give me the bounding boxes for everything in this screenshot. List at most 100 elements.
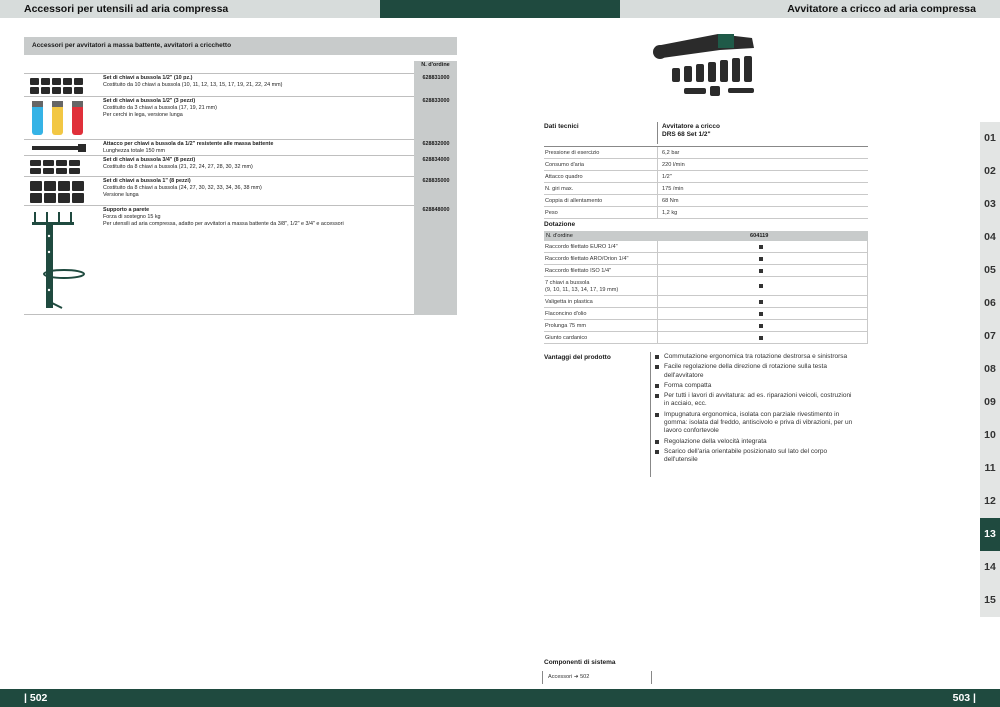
chapter-tab[interactable]: 04 <box>980 221 1000 254</box>
order-number-header: N. d'ordine <box>421 62 450 68</box>
right-page-number: 503 | <box>952 692 976 704</box>
accessory-desc: Forza di sostegno 15 kg <box>103 214 161 221</box>
spec-value: 175 /min <box>662 186 684 192</box>
product-name: Avvitatore a cricco DRS 68 Set 1/2" <box>662 123 720 139</box>
chapter-tab-active[interactable]: 13 <box>980 518 1000 551</box>
accessory-title: Set di chiavi a bussola 1" (8 pezzi) <box>103 178 191 184</box>
spec-row: Coppia di allentamento 68 Nm <box>544 195 868 207</box>
dotazione-item: Raccordo filettato EURO 1/4" <box>545 244 618 250</box>
accessory-desc: Versione lunga <box>103 192 139 199</box>
dotazione-item: Raccordo filettato ISO 1/4" <box>545 268 612 274</box>
chapter-tab[interactable]: 14 <box>980 551 1000 584</box>
left-page-number: | 502 <box>24 692 48 704</box>
advantage-item: Facile regolazione della direzione di ro… <box>655 363 855 380</box>
footer-right-bar <box>500 689 1000 707</box>
dotazione-item: Valigetta in plastica <box>545 299 593 305</box>
accessory-row: Set di chiavi a bussola 1/2" (3 pezzi) Co… <box>24 96 449 139</box>
included-marker <box>759 245 763 249</box>
accessory-row: Set di chiavi a bussola 1/2" (10 pz.) Cos… <box>24 73 449 97</box>
accessory-desc: Costituito da 10 chiavi a bussola (10, 1… <box>103 82 283 89</box>
accessory-desc: Costituito da 8 chiavi a bussola (24, 27… <box>103 185 262 192</box>
included-marker <box>759 336 763 340</box>
dotazione-item: Prolunga 75 mm <box>545 323 587 329</box>
chapter-tab[interactable]: 15 <box>980 584 1000 617</box>
chapter-tab[interactable]: 12 <box>980 485 1000 518</box>
dotazione-row: Flaconcino d'olio <box>544 308 868 320</box>
tech-data-label: Dati tecnici <box>544 123 579 130</box>
spec-key: Attacco quadro <box>545 174 583 180</box>
spec-value: 1/2" <box>662 174 672 180</box>
order-number: 628834000 <box>422 157 450 163</box>
left-page-title: Accessori per utensili ad aria compressa <box>24 3 229 15</box>
header-accent-bar <box>380 0 620 18</box>
spec-row: Pressione di esercizio 6,2 bar <box>544 147 868 159</box>
order-number: 628832000 <box>422 141 450 147</box>
accessories-reference[interactable]: Accessori ➜ 502 <box>548 674 589 680</box>
chapter-tab[interactable]: 02 <box>980 155 1000 188</box>
included-marker <box>759 312 763 316</box>
included-marker <box>759 269 763 273</box>
dotazione-item: Raccordo filettato ARO/Orion 1/4" <box>545 256 629 262</box>
dotazione-order-header: N. d'ordine 604119 <box>544 231 868 241</box>
dotazione-row: Raccordo filettato ARO/Orion 1/4" <box>544 253 868 265</box>
spec-key: Peso <box>545 210 558 216</box>
dotazione-item: 7 chiavi a bussola (9, 10, 11, 13, 14, 17… <box>545 280 619 293</box>
dotazione-item: Giunto cardanico <box>545 335 588 341</box>
accessory-row: Set di chiavi a bussola 1" (8 pezzi) Cost… <box>24 176 449 205</box>
spec-key: N. giri max. <box>545 186 574 192</box>
system-components-link[interactable]: Accessori ➜ 502 <box>542 671 652 684</box>
socket-set-1-inch-image <box>30 181 84 203</box>
advantages-label: Vantaggi del prodotto <box>544 354 611 361</box>
dotazione-item: Flaconcino d'olio <box>545 311 587 317</box>
chapter-tab[interactable]: 11 <box>980 452 1000 485</box>
spec-key: Consumo d'aria <box>545 162 585 168</box>
accessory-row: Attacco per chiavi a bussola da 1/2" res… <box>24 139 449 155</box>
ratchet-wrench-set-image <box>653 34 754 96</box>
system-components-label: Componenti di sistema <box>544 659 616 666</box>
spec-value: 6,2 bar <box>662 150 680 156</box>
footer-left-bar <box>0 689 500 707</box>
accessory-title: Set di chiavi a bussola 1/2" (10 pz.) <box>103 75 193 81</box>
spec-key: Coppia di allentamento <box>545 198 603 204</box>
accessory-desc: Lunghezza totale 150 mm <box>103 148 166 155</box>
chapter-tab[interactable]: 06 <box>980 287 1000 320</box>
socket-set-3-4-image <box>30 160 80 174</box>
accessory-desc: Per cerchi in lega, versione lunga <box>103 112 183 119</box>
advantage-item: Forma compatta <box>655 382 855 390</box>
order-number: 628835000 <box>422 178 450 184</box>
tech-column-divider <box>657 122 658 144</box>
dotazione-row: Valigetta in plastica <box>544 296 868 308</box>
included-marker <box>759 324 763 328</box>
dotazione-row: Raccordo filettato ISO 1/4" <box>544 265 868 277</box>
socket-set-10pc-image <box>30 78 83 94</box>
accessory-row: Supporto a parete Forza di sostegno 15 kg… <box>24 205 449 314</box>
chapter-tab[interactable]: 01 <box>980 122 1000 155</box>
advantage-item: Impugnatura ergonomica, isolata con parz… <box>655 411 855 436</box>
included-marker <box>759 257 763 261</box>
right-page-title: Avvitatore a cricco ad aria compressa <box>787 3 976 15</box>
alloy-wheel-socket-set-image <box>32 101 83 135</box>
accessory-row: Set di chiavi a bussola 3/4" (8 pezzi) Co… <box>24 155 449 176</box>
advantage-item: Per tutti i lavori di avvitatura: ad es.… <box>655 392 855 409</box>
spec-row: Peso 1,2 kg <box>544 207 868 219</box>
chapter-tab[interactable]: 08 <box>980 353 1000 386</box>
dotazione-row: 7 chiavi a bussola (9, 10, 11, 13, 14, 17… <box>544 277 868 296</box>
product-name-line1: Avvitatore a cricco <box>662 123 720 130</box>
chapter-tab[interactable]: 07 <box>980 320 1000 353</box>
dotazione-row: Prolunga 75 mm <box>544 320 868 332</box>
chapter-tab[interactable]: 03 <box>980 188 1000 221</box>
wall-holder-image <box>32 212 85 309</box>
dotazione-order-label: N. d'ordine <box>546 233 573 239</box>
included-marker <box>759 284 763 288</box>
accessory-title: Supporto a parete <box>103 207 150 213</box>
accessory-desc: Per utensili ad aria compressa, adatto p… <box>103 221 344 228</box>
dotazione-label: Dotazione <box>544 221 576 228</box>
arrow-right-icon: ➜ <box>573 674 579 680</box>
spec-row: Attacco quadro 1/2" <box>544 171 868 183</box>
chapter-tab[interactable]: 09 <box>980 386 1000 419</box>
accessory-desc: Costituito da 3 chiavi a bussola (17, 19… <box>103 105 217 112</box>
chapter-tab[interactable]: 05 <box>980 254 1000 287</box>
spec-row: N. giri max. 175 /min <box>544 183 868 195</box>
dotazione-order-value: 604119 <box>750 233 769 239</box>
chapter-tab[interactable]: 10 <box>980 419 1000 452</box>
